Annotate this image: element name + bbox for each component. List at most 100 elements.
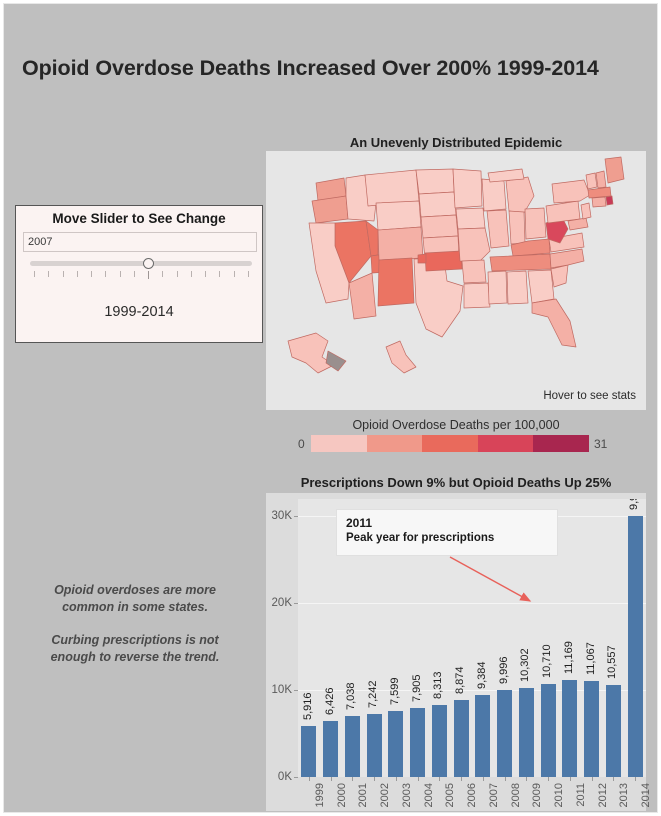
state-OK (424, 250, 463, 272)
state-AR (461, 259, 487, 284)
bar-value-label-2003: 7,599 (388, 677, 401, 705)
slider-tick-13 (219, 271, 221, 277)
x-tick-mark-2009 (526, 777, 528, 781)
x-tick-mark-2008 (504, 777, 506, 781)
slider-tick-4 (91, 271, 93, 277)
bar-value-label-2010: 10,710 (541, 644, 554, 678)
bar-1999[interactable] (301, 725, 317, 777)
x-axis-label-2011: 2011 (574, 783, 587, 807)
state-AL (506, 270, 529, 305)
legend-min-label: 0 (298, 437, 305, 451)
bar-2014[interactable] (627, 516, 643, 777)
state-NC (549, 248, 585, 269)
bar-2008[interactable] (497, 690, 513, 777)
bar-value-label-2007: 9,384 (475, 661, 488, 690)
legend-band-1 (366, 435, 423, 452)
bar-2011[interactable] (562, 679, 578, 777)
slider-handle[interactable] (143, 258, 155, 269)
x-axis: 1999 2000 2001 2002 2003 2004 2005 2006 2007 2008… (298, 777, 652, 811)
slider-range-label: 1999-2014 (104, 304, 174, 320)
bar-2000[interactable] (323, 721, 339, 777)
dashboard-root: Opioid Overdose Deaths Increased Over 20… (3, 3, 658, 813)
state-SC (550, 264, 569, 288)
state-TN (489, 253, 552, 272)
narrative-line-3: Curbing prescriptions is not (51, 632, 219, 647)
x-axis-label-2014: 2014 (640, 783, 653, 808)
bar-2001[interactable] (344, 715, 360, 777)
bar-chart-plot: 5,916 6,426 7,038 7,242 7,599 7,905 8,313 8,874… (298, 499, 646, 777)
x-axis-label-2007: 2007 (487, 783, 500, 808)
state-MO (457, 227, 491, 264)
bar-2012[interactable] (584, 680, 600, 777)
bar-2013[interactable] (605, 685, 621, 777)
bar-value-label-2001: 7,038 (345, 682, 358, 710)
state-AK-tail (325, 350, 347, 372)
x-tick-mark-2004 (417, 777, 419, 781)
state-MN (452, 168, 483, 209)
bar-2005[interactable] (431, 704, 447, 777)
state-SD (418, 191, 457, 218)
bar-2002[interactable] (366, 714, 382, 777)
x-axis-label-2001: 2001 (357, 783, 370, 808)
x-axis-label-2010: 2010 (553, 783, 566, 808)
bar-value-label-2009: 10,302 (519, 647, 532, 682)
slider-tick-9 (162, 271, 164, 277)
bar-2007[interactable] (475, 695, 491, 777)
annotation-year: 2011 (346, 516, 373, 530)
bar-2009[interactable] (518, 687, 534, 777)
bar-value-label-1999: 5,916 (301, 692, 314, 720)
x-tick-mark-1999 (308, 777, 310, 781)
x-axis-label-2005: 2005 (444, 783, 457, 808)
bar-2006[interactable] (453, 699, 469, 777)
x-tick-mark-2003 (395, 777, 397, 781)
x-axis-label-2004: 2004 (422, 783, 435, 808)
x-axis-label-1999: 1999 (313, 783, 326, 808)
legend-max-label: 31 (594, 437, 608, 451)
x-tick-mark-2005 (439, 777, 441, 781)
x-axis-label-2013: 2013 (618, 783, 631, 808)
state-GA (527, 269, 555, 304)
state-HI (385, 340, 417, 374)
state-LA (463, 282, 491, 309)
choropleth-map-panel[interactable]: Hover to see stats (266, 151, 646, 410)
us-map-svg[interactable] (266, 151, 646, 410)
narrative-text: Opioid overdoses are more common in some… (24, 582, 246, 666)
y-tick-label-0K: 0K (277, 771, 292, 783)
y-tick-label-20K: 20K (271, 597, 292, 610)
bar-value-label-2008: 9,996 (497, 656, 510, 685)
bar-value-label-2006: 8,874 (454, 666, 467, 694)
slider-track[interactable] (30, 261, 252, 266)
slider-tick-8 (148, 271, 150, 279)
bar-value-label-2004: 7,905 (410, 674, 423, 703)
state-IL (486, 209, 510, 249)
state-ME (604, 156, 625, 184)
x-tick-mark-2012 (591, 777, 593, 781)
slider-value-field[interactable]: 2007 (23, 232, 257, 252)
state-AZ (348, 272, 377, 320)
state-MA (587, 186, 612, 199)
x-axis-label-2009: 2009 (531, 783, 544, 808)
x-axis-label-2003: 2003 (400, 783, 413, 808)
state-IA (455, 207, 486, 230)
state-WY (375, 200, 422, 231)
state-OK-2 (417, 253, 427, 264)
slider-tick-1 (48, 271, 50, 277)
state-OR (311, 195, 349, 224)
state-CT (591, 196, 607, 208)
state-RI (605, 195, 614, 206)
slider-tick-14 (233, 271, 235, 277)
bar-value-label-2005: 8,313 (432, 671, 445, 699)
bar-2003[interactable] (388, 710, 404, 777)
state-WI (481, 178, 507, 212)
legend-title: Opioid Overdose Deaths per 100,000 (352, 418, 560, 432)
bar-value-label-2000: 6,426 (323, 687, 336, 716)
legend-band-0 (311, 435, 367, 452)
bar-2004[interactable] (410, 708, 426, 777)
bar-value-label-2011: 11,169 (562, 641, 575, 674)
state-NM (377, 257, 415, 307)
year-slider[interactable] (30, 258, 252, 286)
x-tick-mark-2000 (330, 777, 332, 781)
bar-2010[interactable] (540, 683, 556, 777)
map-title: An Unevenly Distributed Epidemic (349, 135, 563, 150)
slider-tick-15 (248, 271, 249, 277)
